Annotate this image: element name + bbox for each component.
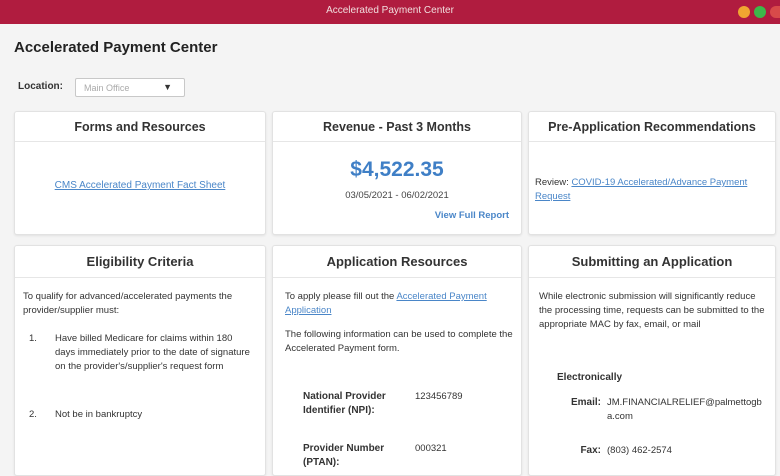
page-title: Accelerated Payment Center bbox=[14, 39, 218, 56]
pre-application-card: Pre-Application Recommendations Review: … bbox=[528, 111, 776, 235]
list-item-text: Have billed Medicare for claims within 1… bbox=[55, 333, 250, 372]
window-titlebar: Accelerated Payment Center bbox=[0, 0, 780, 24]
npi-label: National Provider Identifier (NPI): bbox=[303, 391, 386, 416]
review-label: Review: bbox=[535, 177, 569, 188]
list-item-number: 1. bbox=[29, 333, 37, 344]
submitting-card: Submitting an Application While electron… bbox=[528, 245, 776, 476]
submitting-intro: While electronic submission will signifi… bbox=[539, 291, 765, 330]
email-label: Email: bbox=[570, 397, 601, 408]
forms-resources-heading: Forms and Resources bbox=[15, 112, 265, 142]
email-row: Email: JM.FINANCIALRELIEF@palmettogba.co… bbox=[557, 396, 769, 426]
application-info-text: The following information can be used to… bbox=[285, 329, 513, 354]
email-value[interactable]: JM.FINANCIALRELIEF@palmettogba.com bbox=[607, 396, 767, 424]
fax-value: (803) 462-2574 bbox=[607, 445, 672, 456]
ptan-field: Provider Number (PTAN): 000321 bbox=[303, 442, 513, 472]
application-intro: To apply please fill out the Accelerated… bbox=[285, 290, 513, 318]
list-item-number: 2. bbox=[29, 409, 37, 420]
application-resources-card: Application Resources To apply please fi… bbox=[272, 245, 522, 476]
maximize-button[interactable] bbox=[754, 6, 766, 18]
eligibility-list: 1. Have billed Medicare for claims withi… bbox=[27, 332, 253, 422]
revenue-heading: Revenue - Past 3 Months bbox=[273, 112, 521, 142]
eligibility-heading: Eligibility Criteria bbox=[15, 246, 265, 278]
npi-value: 123456789 bbox=[415, 391, 463, 402]
revenue-amount: $4,522.35 bbox=[350, 158, 444, 181]
pre-application-heading: Pre-Application Recommendations bbox=[529, 112, 775, 142]
ptan-label: Provider Number (PTAN): bbox=[303, 443, 385, 468]
list-item: 1. Have billed Medicare for claims withi… bbox=[27, 332, 253, 374]
location-label: Location: bbox=[18, 81, 63, 92]
forms-resources-card: Forms and Resources CMS Accelerated Paym… bbox=[14, 111, 266, 235]
pre-application-body: Review: COVID-19 Accelerated/Advance Pay… bbox=[535, 176, 765, 204]
electronically-label: Electronically bbox=[557, 372, 623, 383]
eligibility-intro: To qualify for advanced/accelerated paym… bbox=[23, 291, 233, 316]
minimize-button[interactable] bbox=[738, 6, 750, 18]
submitting-heading: Submitting an Application bbox=[529, 246, 775, 278]
list-item: 2. Not be in bankruptcy bbox=[27, 408, 253, 422]
eligibility-card: Eligibility Criteria To qualify for adva… bbox=[14, 245, 266, 476]
fax-row: Fax: (803) 462-2574 bbox=[557, 444, 769, 460]
fax-label: Fax: bbox=[580, 445, 601, 456]
revenue-card: Revenue - Past 3 Months $4,522.35 03/05/… bbox=[272, 111, 522, 235]
location-select[interactable]: Main Office ▼ bbox=[75, 78, 185, 97]
npi-field: National Provider Identifier (NPI): 1234… bbox=[303, 390, 513, 420]
ptan-value: 000321 bbox=[415, 443, 447, 454]
application-resources-heading: Application Resources bbox=[273, 246, 521, 278]
close-button[interactable] bbox=[770, 6, 780, 18]
window-title: Accelerated Payment Center bbox=[326, 5, 454, 16]
view-full-report-link[interactable]: View Full Report bbox=[435, 210, 509, 221]
revenue-date-range: 03/05/2021 - 06/02/2021 bbox=[345, 190, 449, 201]
chevron-down-icon: ▼ bbox=[163, 82, 172, 92]
location-select-value: Main Office bbox=[84, 83, 130, 93]
list-item-text: Not be in bankruptcy bbox=[55, 409, 143, 420]
application-intro-text: To apply please fill out the bbox=[285, 291, 397, 302]
cms-fact-sheet-link[interactable]: CMS Accelerated Payment Fact Sheet bbox=[55, 180, 226, 191]
